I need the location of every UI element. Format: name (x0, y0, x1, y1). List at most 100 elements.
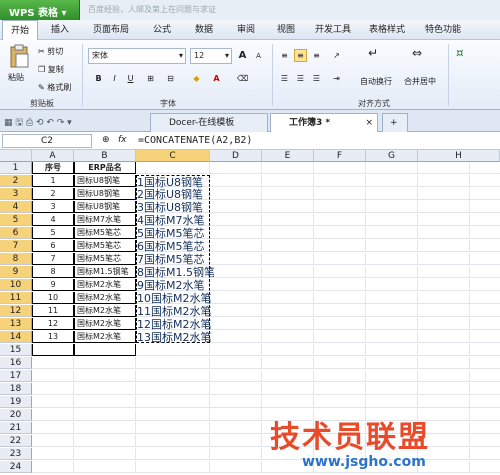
paste-icon[interactable] (8, 44, 30, 70)
shrink-font-icon[interactable]: A (252, 49, 265, 62)
empty-cell[interactable] (262, 240, 314, 252)
zoom-icon[interactable]: ⊕ (102, 135, 110, 145)
empty-cell[interactable] (314, 383, 366, 395)
indent-icon[interactable]: ⇥ (330, 72, 343, 85)
empty-cell[interactable] (366, 266, 418, 278)
empty-cell[interactable] (262, 318, 314, 330)
row-header[interactable]: 23 (0, 448, 32, 460)
empty-cell[interactable] (262, 175, 314, 187)
cell-a[interactable]: 8 (32, 266, 74, 278)
row-header[interactable]: 21 (0, 422, 32, 434)
empty-cell[interactable] (314, 305, 366, 317)
empty-cell[interactable] (366, 396, 418, 408)
row-header[interactable]: 2 (0, 175, 32, 187)
empty-cell[interactable] (366, 201, 418, 213)
empty-cell[interactable] (470, 396, 500, 408)
cell-c[interactable]: 13国标M2水笔 (136, 331, 212, 344)
empty-cell[interactable] (314, 188, 366, 200)
cell-a[interactable] (32, 396, 74, 408)
empty-cell[interactable] (314, 214, 366, 226)
cell-b[interactable]: 国标M1.5钢笔 (74, 266, 136, 278)
menu-page-layout[interactable]: 页面布局 (84, 20, 138, 40)
font-color-icon[interactable]: A (210, 72, 223, 85)
row-header[interactable]: 9 (0, 266, 32, 278)
empty-cell[interactable] (366, 305, 418, 317)
merge-center-button[interactable]: 合并居中 (404, 76, 436, 87)
row-header[interactable]: 1 (0, 162, 32, 174)
empty-cell[interactable] (366, 279, 418, 291)
empty-cell[interactable] (314, 266, 366, 278)
empty-cell[interactable] (262, 370, 314, 382)
empty-cell[interactable] (314, 344, 366, 356)
empty-cell[interactable] (262, 227, 314, 239)
empty-cell[interactable] (366, 175, 418, 187)
column-header[interactable]: C (136, 150, 210, 162)
cell-a[interactable] (32, 344, 74, 356)
cell-b[interactable] (74, 344, 136, 356)
empty-cell[interactable] (262, 266, 314, 278)
formula-input[interactable]: =CONCATENATE(A2,B2) (138, 133, 498, 149)
bold-button[interactable]: B (92, 72, 105, 85)
row-header[interactable]: 17 (0, 370, 32, 382)
empty-cell[interactable] (418, 305, 470, 317)
empty-cell[interactable] (470, 266, 500, 278)
cell-c[interactable] (136, 448, 210, 460)
empty-cell[interactable] (470, 318, 500, 330)
empty-cell[interactable] (366, 383, 418, 395)
empty-cell[interactable] (418, 357, 470, 369)
menu-developer[interactable]: 开发工具 (308, 20, 358, 40)
empty-cell[interactable] (262, 331, 314, 343)
align-middle-icon[interactable]: ≡ (294, 49, 307, 62)
tab-workbook3[interactable]: 工作簿3 * × (270, 113, 378, 132)
empty-cell[interactable] (366, 357, 418, 369)
cell-b[interactable]: 国标U8钢笔 (74, 188, 136, 200)
empty-cell[interactable] (314, 331, 366, 343)
empty-cell[interactable] (210, 331, 262, 343)
empty-cell[interactable] (470, 279, 500, 291)
empty-cell[interactable] (314, 370, 366, 382)
cell-b[interactable] (74, 409, 136, 421)
number-format-icon[interactable]: ¤ (456, 46, 464, 60)
empty-cell[interactable] (470, 357, 500, 369)
row-header[interactable]: 15 (0, 344, 32, 356)
new-tab-button[interactable]: + (382, 113, 408, 132)
cell-c[interactable]: 12国标M2水笔 (136, 318, 212, 331)
empty-cell[interactable] (470, 175, 500, 187)
empty-cell[interactable] (262, 357, 314, 369)
cell-b[interactable] (74, 448, 136, 460)
cell-b[interactable]: 国标M5笔芯 (74, 253, 136, 265)
empty-cell[interactable] (262, 253, 314, 265)
row-header[interactable]: 13 (0, 318, 32, 330)
empty-cell[interactable] (262, 279, 314, 291)
empty-cell[interactable] (210, 253, 262, 265)
empty-cell[interactable] (470, 344, 500, 356)
align-right-icon[interactable]: ☰ (310, 72, 323, 85)
name-box[interactable]: C2 (2, 134, 92, 148)
cell-c[interactable] (136, 435, 210, 447)
empty-cell[interactable] (366, 253, 418, 265)
cell-b[interactable] (74, 357, 136, 369)
empty-cell[interactable] (366, 370, 418, 382)
empty-cell[interactable] (210, 162, 262, 174)
menu-view[interactable]: 视图 (270, 20, 302, 40)
cell-c[interactable]: 4国标M7水笔 (136, 214, 210, 227)
cell-b[interactable] (74, 396, 136, 408)
empty-cell[interactable] (210, 201, 262, 213)
cell-a[interactable]: 10 (32, 292, 74, 304)
menu-table-style[interactable]: 表格样式 (362, 20, 412, 40)
empty-cell[interactable] (314, 201, 366, 213)
cell-a[interactable] (32, 435, 74, 447)
empty-cell[interactable] (210, 266, 262, 278)
empty-cell[interactable] (262, 344, 314, 356)
empty-cell[interactable] (470, 292, 500, 304)
empty-cell[interactable] (418, 162, 470, 174)
menu-home[interactable]: 开始 (2, 20, 38, 41)
orientation-icon[interactable]: ↗ (330, 49, 343, 62)
empty-cell[interactable] (210, 435, 262, 447)
empty-cell[interactable] (210, 448, 262, 460)
cell-a[interactable]: 3 (32, 201, 74, 213)
empty-cell[interactable] (210, 240, 262, 252)
empty-cell[interactable] (418, 240, 470, 252)
align-center-icon[interactable]: ☰ (294, 72, 307, 85)
cell-c[interactable]: 10国标M2水笔 (136, 292, 212, 305)
